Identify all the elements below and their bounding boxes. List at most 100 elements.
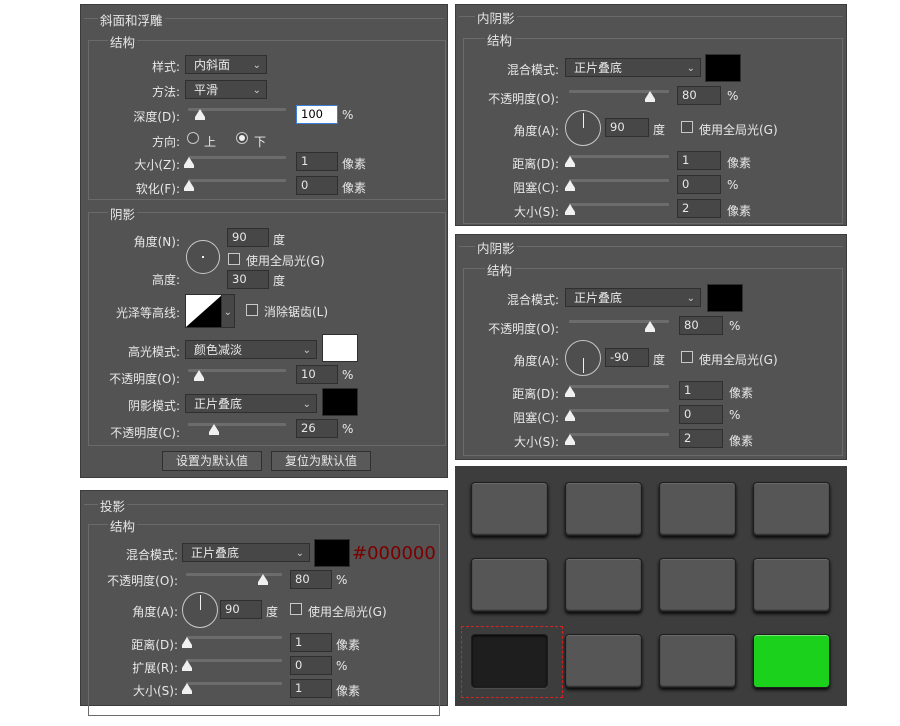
style-select[interactable]: 内斜面 ⌄ (185, 55, 267, 74)
shadow-opacity-input[interactable]: 26 (296, 419, 338, 438)
inner1-size-input[interactable]: 2 (677, 199, 721, 218)
inner2-color-swatch[interactable] (707, 284, 743, 312)
inner1-blend-select[interactable]: 正片叠底 ⌄ (565, 58, 701, 77)
key-button[interactable] (565, 482, 642, 536)
inner1-distance-input[interactable]: 1 (677, 151, 721, 170)
drop-distance-input[interactable]: 1 (290, 633, 332, 652)
highlight-opacity-input[interactable]: 10 (296, 365, 338, 384)
inner2-angle-input[interactable]: -90 (605, 348, 649, 367)
soften-input[interactable]: 0 (296, 176, 338, 195)
drop-global-light-checkbox[interactable] (290, 603, 302, 615)
key-button[interactable] (659, 482, 736, 536)
altitude-input[interactable]: 30 (227, 270, 269, 289)
inner1-size-track[interactable] (569, 203, 669, 206)
drop-opacity-input[interactable]: 80 (290, 570, 332, 589)
size-slider-thumb[interactable] (184, 157, 194, 168)
global-light-checkbox[interactable] (228, 253, 240, 265)
gloss-contour-dropdown[interactable]: ⌄ (221, 294, 235, 328)
drop-spread-input[interactable]: 0 (290, 656, 332, 675)
inner2-distance-input[interactable]: 1 (679, 381, 723, 400)
direction-down-radio[interactable] (236, 132, 248, 144)
inner2-blend-label: 混合模式: (506, 293, 559, 307)
drop-size-track[interactable] (186, 682, 282, 685)
drop-blend-select[interactable]: 正片叠底 ⌄ (182, 543, 310, 562)
inner2-distance-thumb[interactable] (565, 386, 575, 397)
soften-slider-thumb[interactable] (184, 180, 194, 191)
angle-input[interactable]: 90 (227, 228, 269, 247)
highlight-color-swatch[interactable] (322, 334, 358, 362)
reset-default-button[interactable]: 复位为默认值 (271, 451, 371, 471)
key-button[interactable] (471, 482, 548, 536)
inner2-choke-track[interactable] (569, 409, 669, 412)
inner1-angle-label: 角度(A): (513, 124, 559, 138)
inner1-choke-input[interactable]: 0 (677, 175, 721, 194)
key-button-active[interactable] (753, 634, 830, 688)
soften-slider-track[interactable] (188, 179, 286, 182)
inner2-global-light-checkbox[interactable] (681, 351, 693, 363)
antialias-checkbox[interactable] (246, 304, 258, 316)
inner1-opacity-input[interactable]: 80 (677, 86, 721, 105)
key-button[interactable] (471, 558, 548, 612)
angle-dial-dot (202, 256, 204, 258)
drop-distance-track[interactable] (186, 636, 282, 639)
inner2-size-input[interactable]: 2 (679, 429, 723, 448)
drop-size-thumb[interactable] (182, 683, 192, 694)
inner2-opacity-thumb[interactable] (645, 321, 655, 332)
direction-up-radio[interactable] (187, 132, 199, 144)
size-unit: 像素 (342, 157, 367, 171)
inner2-blend-value: 正片叠底 (574, 291, 623, 305)
key-button[interactable] (659, 634, 736, 688)
drop-spread-track[interactable] (186, 659, 282, 662)
drop-distance-thumb[interactable] (182, 637, 192, 648)
inner1-color-swatch[interactable] (705, 54, 741, 82)
size-input[interactable]: 1 (296, 152, 338, 171)
drop-angle-dial[interactable] (182, 592, 218, 628)
inner2-choke-thumb[interactable] (565, 410, 575, 421)
inner1-size-thumb[interactable] (565, 204, 575, 215)
inner1-global-light-checkbox[interactable] (681, 121, 693, 133)
method-select[interactable]: 平滑 ⌄ (185, 80, 267, 99)
inner2-blend-select[interactable]: 正片叠底 ⌄ (565, 288, 701, 307)
drop-size-input[interactable]: 1 (290, 679, 332, 698)
inner2-angle-dial[interactable] (565, 340, 601, 376)
drop-opacity-thumb[interactable] (258, 574, 268, 585)
inner2-distance-track[interactable] (569, 385, 669, 388)
shadow-opacity-thumb[interactable] (209, 424, 219, 435)
key-button[interactable] (565, 634, 642, 688)
drop-color-swatch[interactable] (314, 539, 350, 567)
size-slider-track[interactable] (188, 156, 286, 159)
highlight-mode-select[interactable]: 颜色减淡 ⌄ (185, 340, 317, 359)
drop-angle-input[interactable]: 90 (220, 600, 262, 619)
inner1-angle-dial[interactable] (565, 110, 601, 146)
shadow-color-swatch[interactable] (322, 388, 358, 416)
antialias-label: 消除锯齿(L) (264, 305, 329, 319)
inner2-size-thumb[interactable] (565, 434, 575, 445)
inner2-size-track[interactable] (569, 433, 669, 436)
shadow-opacity-unit: % (342, 422, 354, 436)
key-button[interactable] (753, 482, 830, 536)
inner1-distance-thumb[interactable] (565, 156, 575, 167)
inner2-structure-title: 结构 (485, 260, 515, 279)
inner2-opacity-input[interactable]: 80 (679, 316, 723, 335)
depth-slider-thumb[interactable] (195, 109, 205, 120)
depth-input[interactable]: 100 (296, 105, 338, 124)
key-button[interactable] (753, 558, 830, 612)
inner1-blend-label: 混合模式: (506, 63, 559, 77)
key-button[interactable] (565, 558, 642, 612)
set-default-button[interactable]: 设置为默认值 (162, 451, 262, 471)
inner2-choke-input[interactable]: 0 (679, 405, 723, 424)
drop-spread-thumb[interactable] (182, 660, 192, 671)
inner1-opacity-thumb[interactable] (645, 91, 655, 102)
inner1-choke-track[interactable] (569, 179, 669, 182)
inner1-choke-thumb[interactable] (565, 180, 575, 191)
shadow-mode-select[interactable]: 正片叠底 ⌄ (185, 394, 317, 413)
key-button-pressed[interactable] (471, 634, 548, 688)
shadow-opacity-track[interactable] (188, 423, 286, 426)
angle-dial[interactable] (186, 240, 220, 274)
key-button[interactable] (659, 558, 736, 612)
inner1-distance-track[interactable] (569, 155, 669, 158)
drop-spread-unit: % (336, 659, 348, 673)
gloss-contour-preview[interactable] (185, 294, 223, 328)
inner1-angle-input[interactable]: 90 (605, 118, 649, 137)
highlight-opacity-thumb[interactable] (194, 370, 204, 381)
